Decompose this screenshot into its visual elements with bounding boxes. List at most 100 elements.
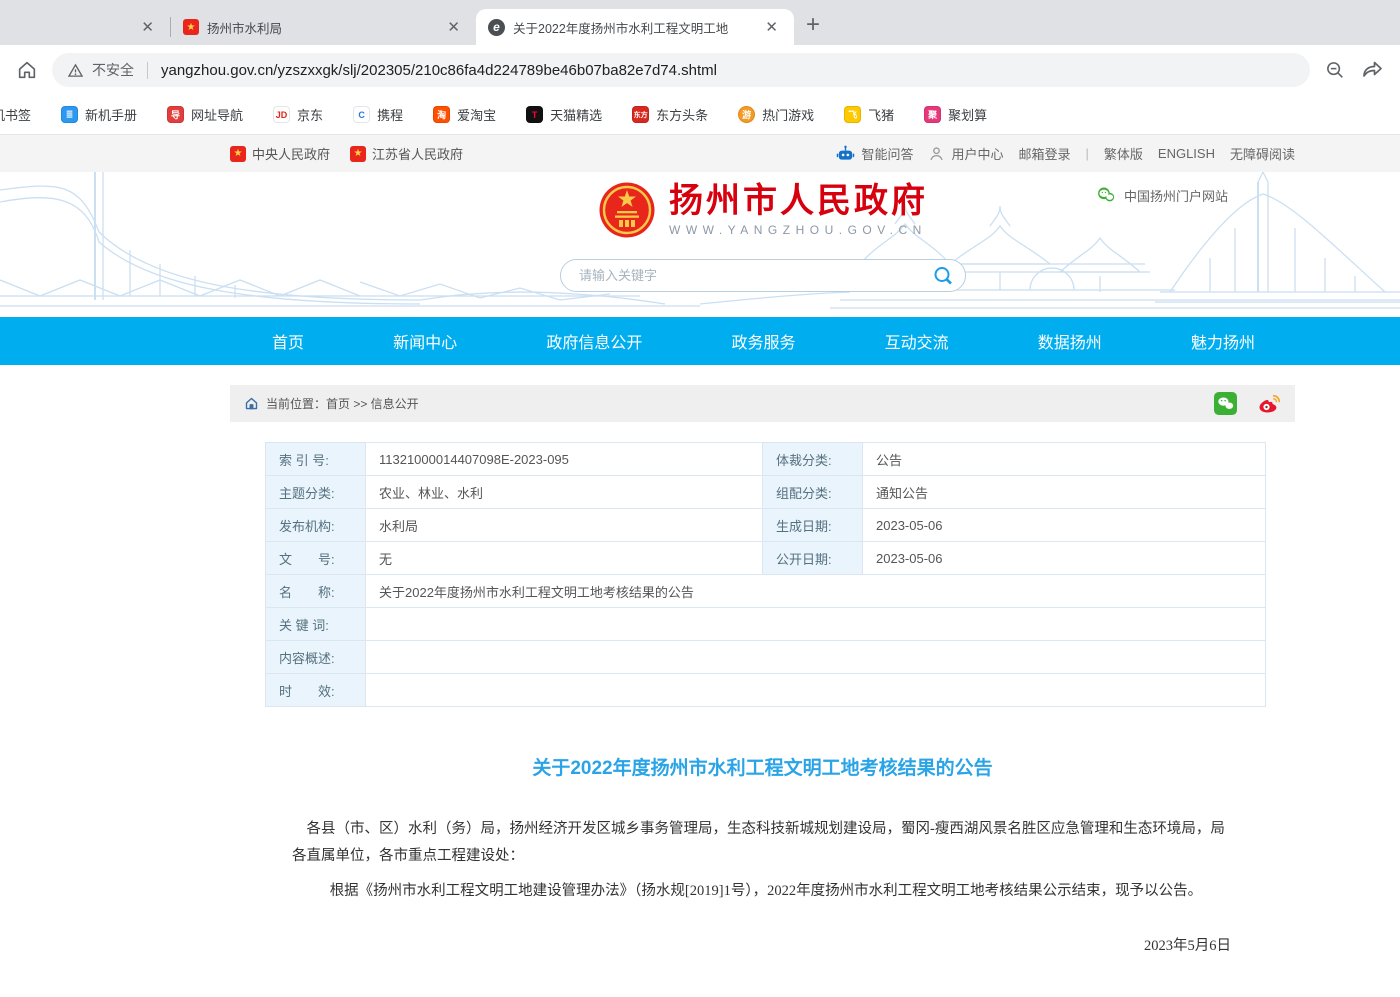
meta-label: 名 称: [266,575,366,608]
bookmark-item[interactable]: 游 热门游戏 [738,105,814,124]
bookmark-label: 网址导航 [191,105,243,124]
traditional-link[interactable]: 繁体版 [1104,144,1143,163]
meta-label: 组配分类: [763,476,863,509]
gov-emblem-icon: ★ [230,146,246,162]
smart-qa-link[interactable]: 智能问答 [836,144,913,163]
bookmark-label: 飞猪 [868,105,894,124]
jiangsu-gov-link[interactable]: ★ 江苏省人民政府 [350,144,463,163]
breadcrumb-home-icon[interactable] [244,396,259,411]
meta-value: 2023-05-06 [863,542,1266,575]
bookmark-item[interactable]: T 天猫精选 [526,105,602,124]
tab-strip: ✕ ★ 扬州市水利局 ✕ e 关于2022年度扬州市水利工程文明工地 ✕ + [0,0,1400,45]
nav-item-interaction[interactable]: 互动交流 [885,329,949,353]
nav-item-info-disclosure[interactable]: 政府信息公开 [546,329,642,353]
taobao-icon: 淘 [433,106,450,123]
meta-label: 主题分类: [266,476,366,509]
nav-item-services[interactable]: 政务服务 [731,329,795,353]
zoom-out-icon[interactable] [1324,59,1346,81]
bookmark-item[interactable]: 淘 爱淘宝 [433,105,496,124]
document-meta-table: 索 引 号: 11321000014407098E-2023-095 体裁分类:… [265,442,1266,707]
meta-value [366,674,1266,707]
bookmark-item[interactable]: 东方 东方头条 [632,105,708,124]
bookmark-label: 天猫精选 [550,105,602,124]
meta-value: 通知公告 [863,476,1266,509]
meta-value: 2023-05-06 [863,509,1266,542]
wechat-icon [1096,185,1116,205]
url-text: yangzhou.gov.cn/yzszxxgk/slj/202305/210c… [161,62,717,79]
nav-item-charm[interactable]: 魅力扬州 [1191,329,1255,353]
breadcrumb-text[interactable]: 当前位置：首页 >> 信息公开 [266,395,419,412]
meta-label: 公开日期: [763,542,863,575]
article-body: 关于2022年度扬州市水利工程文明工地考核结果的公告 各县（市、区）水利（务）局… [230,753,1295,997]
article-title: 关于2022年度扬州市水利工程文明工地考核结果的公告 [292,753,1233,780]
content-area: 当前位置：首页 >> 信息公开 索 引 号: 11321000014407098… [230,385,1295,997]
tab-close-icon[interactable]: ✕ [137,18,158,37]
bookmark-item[interactable]: C 携程 [353,105,403,124]
weibo-share-icon[interactable] [1257,392,1281,416]
topbar-divider: | [1086,146,1089,161]
wechat-portal-link[interactable]: 中国扬州门户网站 [1096,185,1228,205]
user-center-label: 用户中心 [951,144,1003,163]
article-paragraph: 各县（市、区）水利（务）局，扬州经济开发区城乡事务管理局，生态科技新城规划建设局… [292,816,1233,870]
table-row: 关 键 词: [266,608,1266,641]
accessible-link[interactable]: 无障碍阅读 [1230,144,1295,163]
gov-top-bar: ★ 中央人民政府 ★ 江苏省人民政府 智能问答 用户中心 邮箱登录 | 繁体版 … [0,135,1400,172]
bookmark-item[interactable]: JD 京东 [273,105,323,124]
meta-label: 生成日期: [763,509,863,542]
wechat-share-icon[interactable] [1214,392,1237,415]
article-date: 2023年5月6日 [292,934,1231,955]
ctrip-icon: C [353,106,370,123]
jiangsu-gov-label: 江苏省人民政府 [372,144,463,163]
site-logo[interactable]: 扬州市人民政府 WWW.YANGZHOU.GOV.CN [598,181,928,239]
site-name: 扬州市人民政府 [669,183,928,220]
table-row: 主题分类: 农业、林业、水利 组配分类: 通知公告 [266,476,1266,509]
mail-login-link[interactable]: 邮箱登录 [1018,144,1070,163]
user-center-link[interactable]: 用户中心 [928,144,1003,163]
eastday-icon: 东方 [632,106,649,123]
meta-value: 无 [366,542,763,575]
meta-label: 发布机构: [266,509,366,542]
search-input[interactable] [577,267,931,284]
tab-close-icon[interactable]: ✕ [443,18,464,37]
share-icon[interactable] [1360,58,1384,82]
meta-label: 索 引 号: [266,443,366,476]
bookmark-item[interactable]: 飞 飞猪 [844,105,894,124]
site-search[interactable] [560,259,966,292]
manual-icon: ≣ [61,106,78,123]
bookmark-item[interactable]: 机书签 [0,105,31,124]
tab-active-announcement[interactable]: e 关于2022年度扬州市水利工程文明工地 ✕ [476,9,794,45]
meta-label: 内容概述: [266,641,366,674]
not-secure-warning-icon[interactable] [68,63,83,78]
fliggy-icon: 飞 [844,106,861,123]
site-favicon-icon: e [488,19,505,36]
bookmark-item[interactable]: 聚 聚划算 [924,105,987,124]
meta-value [366,608,1266,641]
url-divider [147,62,148,79]
security-label: 不安全 [92,60,134,80]
tab-close-icon[interactable]: ✕ [761,18,782,37]
home-icon[interactable] [16,59,38,81]
bookmark-item[interactable]: 导 网址导航 [167,105,243,124]
meta-label: 文 号: [266,542,366,575]
central-gov-label: 中央人民政府 [252,144,330,163]
table-row: 时 效: [266,674,1266,707]
jd-icon: JD [273,106,290,123]
nav-item-home[interactable]: 首页 [272,329,304,353]
table-row: 文 号: 无 公开日期: 2023-05-06 [266,542,1266,575]
table-row: 内容概述: [266,641,1266,674]
english-link[interactable]: ENGLISH [1158,146,1215,161]
nav-item-data[interactable]: 数据扬州 [1038,329,1102,353]
bookmark-item[interactable]: ≣ 新机手册 [61,105,137,124]
tab-water-bureau[interactable]: ★ 扬州市水利局 ✕ [171,9,476,45]
address-bar[interactable]: 不安全 yangzhou.gov.cn/yzszxxgk/slj/202305/… [52,53,1310,87]
bookmark-label: 携程 [377,105,403,124]
tab-partial[interactable]: ✕ [0,9,170,45]
smart-qa-label: 智能问答 [861,144,913,163]
browser-toolbar: 不安全 yangzhou.gov.cn/yzszxxgk/slj/202305/… [0,45,1400,95]
new-tab-button[interactable]: + [806,13,820,37]
search-icon[interactable] [931,264,955,288]
central-gov-link[interactable]: ★ 中央人民政府 [230,144,330,163]
meta-label: 体裁分类: [763,443,863,476]
meta-value: 农业、林业、水利 [366,476,763,509]
nav-item-news[interactable]: 新闻中心 [393,329,457,353]
